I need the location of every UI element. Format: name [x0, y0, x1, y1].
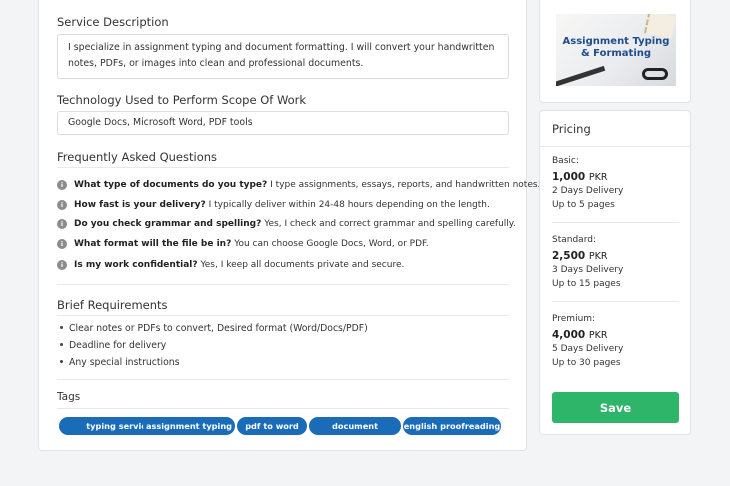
tags-heading: Tags [57, 391, 81, 403]
faq-item: i How fast is your delivery? I typically … [57, 200, 517, 210]
divider [552, 222, 679, 223]
pen-graphic [556, 65, 606, 86]
pricing-card: Pricing Basic: 1,000 PKR 2 Days Delivery… [539, 110, 691, 435]
tier-basic-price: 1,000 PKR [552, 171, 608, 183]
tier-standard-delivery: 3 Days Delivery [552, 265, 624, 275]
service-description-text: I specialize in assignment typing and do… [57, 34, 509, 79]
faq-question: What type of documents do you type? [74, 180, 268, 190]
requirement-item: Clear notes or PDFs to convert, Desired … [60, 323, 368, 334]
divider [57, 284, 509, 285]
tier-premium-price: 4,000 PKR [552, 329, 608, 341]
thumbnail-title: Assignment Typing & Formating [562, 36, 670, 59]
notebook-graphic [644, 14, 676, 39]
requirement-item: Any special instructions [60, 357, 180, 368]
service-details-card: Service Description I specialize in assi… [38, 0, 540, 451]
tier-standard-pages: Up to 15 pages [552, 279, 621, 289]
tag-english-proofreading[interactable]: english proofreading [403, 417, 501, 435]
tag-assignment-typing[interactable]: assignment typing [143, 417, 235, 435]
faq-question: How fast is your delivery? [74, 200, 206, 210]
tag-pdf-to-word[interactable]: pdf to word [237, 417, 307, 435]
faq-heading: Frequently Asked Questions [57, 150, 218, 164]
faq-question: Is my work confidential? [74, 260, 198, 270]
technology-value: Google Docs, Microsoft Word, PDF tools [57, 111, 509, 135]
pricing-heading: Pricing [552, 122, 591, 136]
tier-premium-delivery: 5 Days Delivery [552, 344, 624, 354]
divider [57, 379, 509, 380]
service-thumbnail[interactable]: Assignment Typing & Formating [556, 14, 676, 86]
tier-standard-name: Standard: [552, 235, 596, 245]
info-circle-icon: i [57, 239, 67, 249]
service-description-heading: Service Description [57, 15, 169, 29]
divider [57, 315, 509, 316]
save-button[interactable]: Save [552, 392, 679, 423]
faq-item: i What type of documents do you type? I t… [57, 180, 540, 190]
technology-heading: Technology Used to Perform Scope Of Work [57, 93, 307, 107]
faq-answer: I type assignments, essays, reports, and… [270, 180, 541, 190]
faq-answer: You can choose Google Docs, Word, or PDF… [234, 239, 429, 249]
faq-item: i Do you check grammar and spelling? Yes,… [57, 219, 517, 229]
faq-answer: I typically deliver within 24-48 hours d… [208, 200, 490, 210]
requirements-heading: Brief Requirements [57, 298, 168, 312]
faq-question: Do you check grammar and spelling? [74, 219, 262, 229]
tier-basic-name: Basic: [552, 156, 579, 166]
faq-item: i What format will the file be in? You ca… [57, 239, 517, 249]
info-circle-icon: i [57, 200, 67, 210]
info-circle-icon: i [57, 260, 67, 270]
info-circle-icon: i [57, 180, 67, 190]
tier-standard-price: 2,500 PKR [552, 250, 608, 262]
info-circle-icon: i [57, 219, 67, 229]
faq-question: What format will the file be in? [74, 239, 232, 249]
tag-document-formatting[interactable]: document formatting [309, 417, 401, 449]
tier-basic-pages: Up to 5 pages [552, 200, 615, 210]
glasses-graphic [642, 68, 668, 80]
faq-answer: Yes, I keep all documents private and se… [200, 260, 405, 270]
tier-basic-delivery: 2 Days Delivery [552, 186, 624, 196]
tier-premium-pages: Up to 30 pages [552, 358, 621, 368]
divider [540, 146, 690, 147]
divider [552, 301, 679, 302]
faq-answer: Yes, I check and correct grammar and spe… [264, 219, 516, 229]
divider [57, 167, 509, 168]
requirement-item: Deadline for delivery [60, 340, 166, 351]
service-thumbnail-card: Assignment Typing & Formating [539, 0, 691, 103]
divider [57, 408, 509, 409]
tier-premium-name: Premium: [552, 314, 596, 324]
faq-item: i Is my work confidential? Yes, I keep al… [57, 260, 517, 270]
